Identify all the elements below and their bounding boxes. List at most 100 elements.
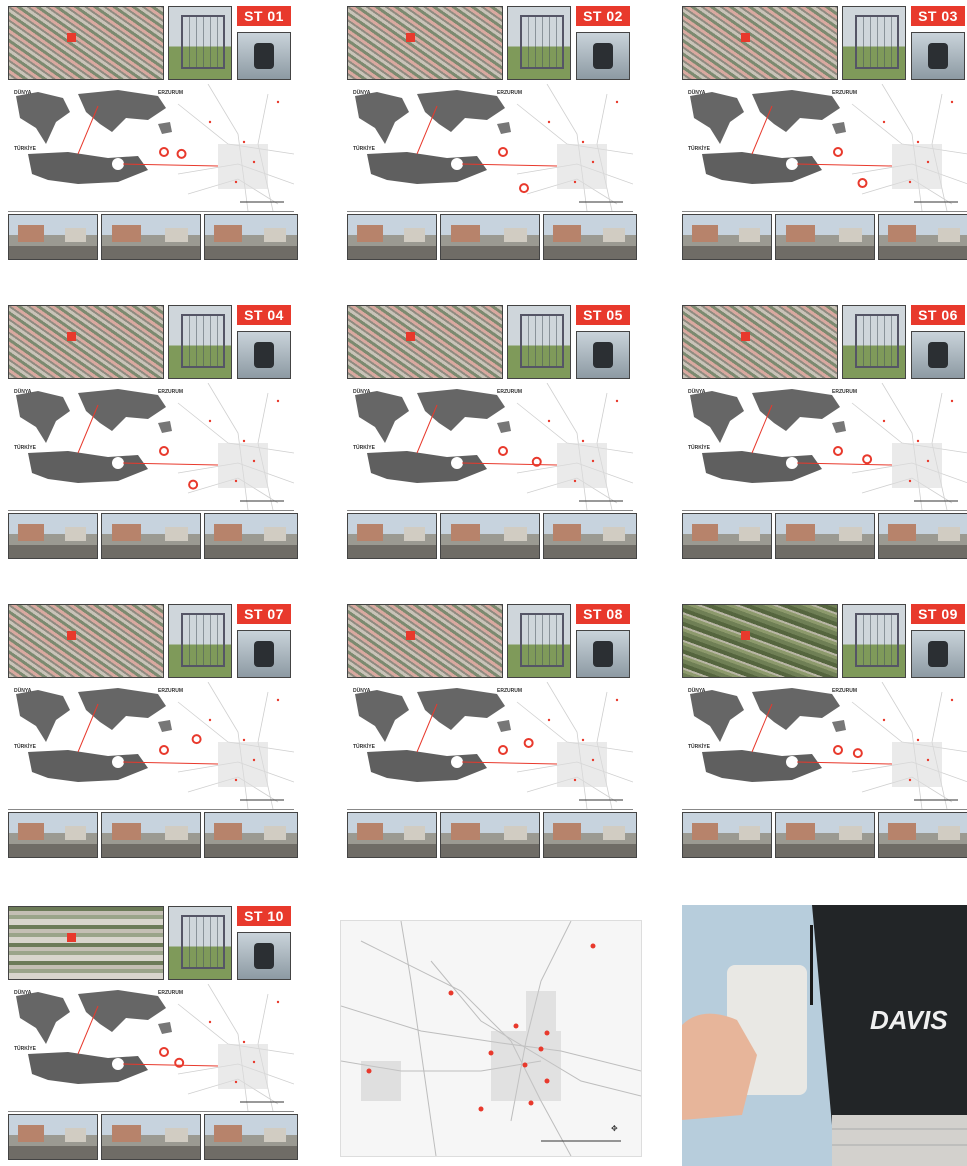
country-label: TÜRKİYE: [14, 744, 36, 750]
station-location-marker: [523, 737, 534, 748]
location-map: DÜNYA ERZURUM TÜRKİYE: [8, 681, 295, 810]
station-panel: ST 01 DÜNYA ERZURUM TÜRKİYE: [8, 6, 298, 261]
site-marker: [406, 332, 415, 341]
country-label: TÜRKİYE: [353, 744, 375, 750]
davis-brand: DAVIS: [870, 1005, 948, 1035]
city-label: ERZURUM: [497, 389, 522, 395]
location-map: DÜNYA ERZURUM TÜRKİYE: [682, 83, 967, 212]
davis-sensor-photo: DAVIS: [682, 905, 967, 1166]
location-map: DÜNYA ERZURUM TÜRKİYE: [347, 382, 634, 511]
world-label: DÜNYA: [688, 688, 706, 694]
station-photo: [842, 6, 906, 80]
station-location-marker: [852, 748, 863, 759]
country-label: TÜRKİYE: [688, 445, 710, 451]
world-label: DÜNYA: [353, 389, 371, 395]
street-photo: [440, 812, 540, 858]
station-location-marker: [176, 148, 187, 159]
station-location-marker: [862, 454, 873, 465]
city-label: ERZURUM: [832, 688, 857, 694]
world-label: DÜNYA: [14, 90, 32, 96]
street-photo: [440, 214, 540, 260]
street-photo: [682, 214, 772, 260]
street-photo: [347, 214, 437, 260]
street-photo: [440, 513, 540, 559]
street-photo: [101, 1114, 201, 1160]
city-label: ERZURUM: [158, 990, 183, 996]
location-map-svg: [690, 83, 967, 212]
station-photo: [507, 305, 571, 379]
station-badge: ST 04: [237, 305, 291, 325]
station-panel: ST 02 DÜNYA ERZURUM TÜRKİYE: [347, 6, 637, 261]
street-photo: [682, 812, 772, 858]
country-label: TÜRKİYE: [14, 146, 36, 152]
location-map-svg: [16, 681, 295, 810]
site-marker: [741, 631, 750, 640]
station-photo: [168, 6, 232, 80]
station-panel: ST 10 DÜNYA ERZURUM TÜRKİYE: [8, 906, 298, 1161]
station-photo: [507, 6, 571, 80]
station-badge: ST 08: [576, 604, 630, 624]
location-map: DÜNYA ERZURUM TÜRKİYE: [347, 83, 634, 212]
street-photo: [775, 214, 875, 260]
location-map: DÜNYA ERZURUM TÜRKİYE: [682, 382, 967, 511]
site-marker: [406, 33, 415, 42]
street-photo: [8, 214, 98, 260]
station-badge: ST 06: [911, 305, 965, 325]
site-marker: [67, 33, 76, 42]
station-badge: ST 10: [237, 906, 291, 926]
location-map: DÜNYA ERZURUM TÜRKİYE: [8, 983, 295, 1112]
city-label: ERZURUM: [832, 90, 857, 96]
street-photo: [204, 1114, 298, 1160]
station-photo: [507, 604, 571, 678]
station-photo: [842, 604, 906, 678]
site-marker: [67, 332, 76, 341]
world-label: DÜNYA: [353, 688, 371, 694]
street-photo: [878, 513, 967, 559]
aerial-photo: [682, 604, 838, 678]
street-photo: [8, 812, 98, 858]
overview-map-svg: ✥: [340, 920, 642, 1157]
world-label: DÜNYA: [353, 90, 371, 96]
aerial-photo: [682, 305, 838, 379]
country-label: TÜRKİYE: [14, 445, 36, 451]
street-photo: [8, 1114, 98, 1160]
station-panel: ST 05 DÜNYA ERZURUM TÜRKİYE: [347, 305, 637, 560]
station-badge: ST 05: [576, 305, 630, 325]
location-map-svg: [16, 83, 295, 212]
station-panel: ST 04 DÜNYA ERZURUM TÜRKİYE: [8, 305, 298, 560]
sensor-photo: [576, 331, 630, 379]
station-panel: ST 03 DÜNYA ERZURUM TÜRKİYE: [682, 6, 967, 261]
station-panel: ST 09 DÜNYA ERZURUM TÜRKİYE: [682, 604, 967, 859]
city-label: ERZURUM: [497, 90, 522, 96]
station-badge: ST 09: [911, 604, 965, 624]
station-badge: ST 03: [911, 6, 965, 26]
city-label: ERZURUM: [158, 389, 183, 395]
station-photo: [168, 906, 232, 980]
sensor-photo: [911, 32, 965, 80]
sensor-photo: [911, 630, 965, 678]
station-location-marker: [857, 178, 868, 189]
station-panel: ST 07 DÜNYA ERZURUM TÜRKİYE: [8, 604, 298, 859]
country-label: TÜRKİYE: [353, 445, 375, 451]
location-map-svg: [690, 681, 967, 810]
sensor-photo: [237, 331, 291, 379]
street-photo: [543, 214, 637, 260]
aerial-photo: [347, 604, 503, 678]
country-label: TÜRKİYE: [14, 1046, 36, 1052]
site-marker: [67, 631, 76, 640]
aerial-photo: [347, 6, 503, 80]
world-label: DÜNYA: [688, 389, 706, 395]
sensor-photo: [237, 932, 291, 980]
world-label: DÜNYA: [14, 990, 32, 996]
country-label: TÜRKİYE: [688, 744, 710, 750]
city-label: ERZURUM: [158, 688, 183, 694]
site-marker: [741, 332, 750, 341]
street-photo: [543, 513, 637, 559]
location-map: DÜNYA ERZURUM TÜRKİYE: [682, 681, 967, 810]
station-location-marker: [191, 734, 202, 745]
world-label: DÜNYA: [14, 688, 32, 694]
station-photo: [168, 305, 232, 379]
street-photo: [682, 513, 772, 559]
street-photo: [204, 812, 298, 858]
site-marker: [67, 933, 76, 942]
